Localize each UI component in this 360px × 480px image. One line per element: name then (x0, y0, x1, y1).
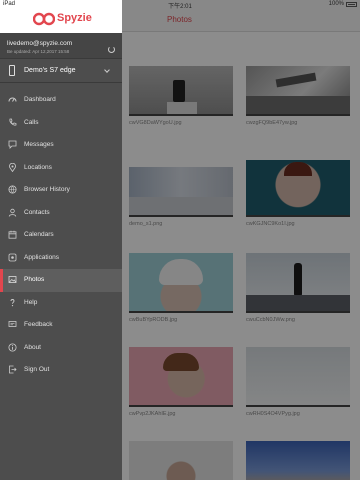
account-email: livedemo@spyzie.com (7, 40, 73, 47)
sidebar-item-sign-out[interactable]: Sign Out (0, 359, 122, 382)
sidebar-item-calendars[interactable]: Calendars (0, 224, 122, 247)
sidebar-item-photos[interactable]: Photos (0, 269, 122, 292)
last-sync-info: Be updated: Apr 12,2017 15:58 (7, 49, 70, 54)
battery-percent: 100% (328, 1, 344, 7)
calendar-icon (8, 230, 17, 239)
sidebar-item-label: Sign Out (24, 366, 50, 373)
help-icon (8, 298, 17, 307)
sidebar-item-messages[interactable]: Messages (0, 134, 122, 157)
sidebar-item-label: Messages (24, 141, 54, 148)
sidebar-item-label: Feedback (24, 321, 53, 328)
message-icon (8, 140, 17, 149)
sidebar-item-label: Dashboard (24, 96, 56, 103)
sidebar-item-label: About (24, 343, 41, 351)
account-panel: livedemo@spyzie.com Be updated: Apr 12,2… (0, 33, 122, 59)
sidebar-item-label: Calls (24, 118, 39, 126)
drawer-backdrop[interactable] (122, 0, 360, 480)
phone-icon (8, 118, 17, 127)
device-selector[interactable]: Demo's S7 edge (0, 59, 122, 83)
spyzie-logo-icon (33, 12, 55, 26)
brand-name: Spyzie (57, 12, 92, 24)
smartphone-icon (9, 65, 15, 76)
location-pin-icon (8, 162, 17, 172)
sidebar-item-calls[interactable]: Calls (0, 112, 122, 135)
sidebar-item-locations[interactable]: Locations (0, 157, 122, 180)
sidebar-item-label: Browser History (24, 186, 70, 193)
globe-icon (8, 185, 17, 194)
sidebar-item-label: Calendars (24, 231, 54, 238)
sign-out-icon (8, 365, 17, 374)
sidebar-item-label: Applications (24, 253, 60, 261)
chevron-down-icon (104, 67, 110, 73)
sidebar-item-applications[interactable]: Applications (0, 247, 122, 270)
sidebar-item-label: Photos (24, 276, 45, 283)
sidebar-item-about[interactable]: About (0, 337, 122, 360)
navigation-drawer: Spyzie livedemo@spyzie.com Be updated: A… (0, 0, 122, 480)
feedback-icon (8, 320, 17, 329)
sidebar-item-browser-history[interactable]: Browser History (0, 179, 122, 202)
info-icon (8, 343, 17, 352)
sidebar-item-contacts[interactable]: Contacts (0, 202, 122, 225)
sidebar-item-dashboard[interactable]: Dashboard (0, 89, 122, 112)
sidebar-menu: Dashboard Calls Messages Locations Brows… (0, 89, 122, 382)
sidebar-item-label: Locations (24, 163, 52, 171)
refresh-icon[interactable] (108, 46, 115, 53)
sidebar-item-feedback[interactable]: Feedback (0, 314, 122, 337)
applications-icon (8, 253, 17, 262)
clock: 下午2:01 (168, 4, 192, 10)
sidebar-item-help[interactable]: Help (0, 292, 122, 315)
dashboard-icon (8, 95, 17, 104)
app-root: iPad 下午2:01 100% Photos cwVG8DaWYgoU.jpg (0, 0, 360, 480)
sidebar-item-label: Contacts (24, 208, 50, 216)
sidebar-item-label: Help (24, 298, 38, 306)
photo-icon (8, 275, 17, 284)
battery-icon (346, 2, 357, 7)
status-bar: iPad 下午2:01 100% (0, 0, 360, 10)
contact-icon (8, 208, 17, 217)
device-name: Demo's S7 edge (24, 67, 76, 74)
